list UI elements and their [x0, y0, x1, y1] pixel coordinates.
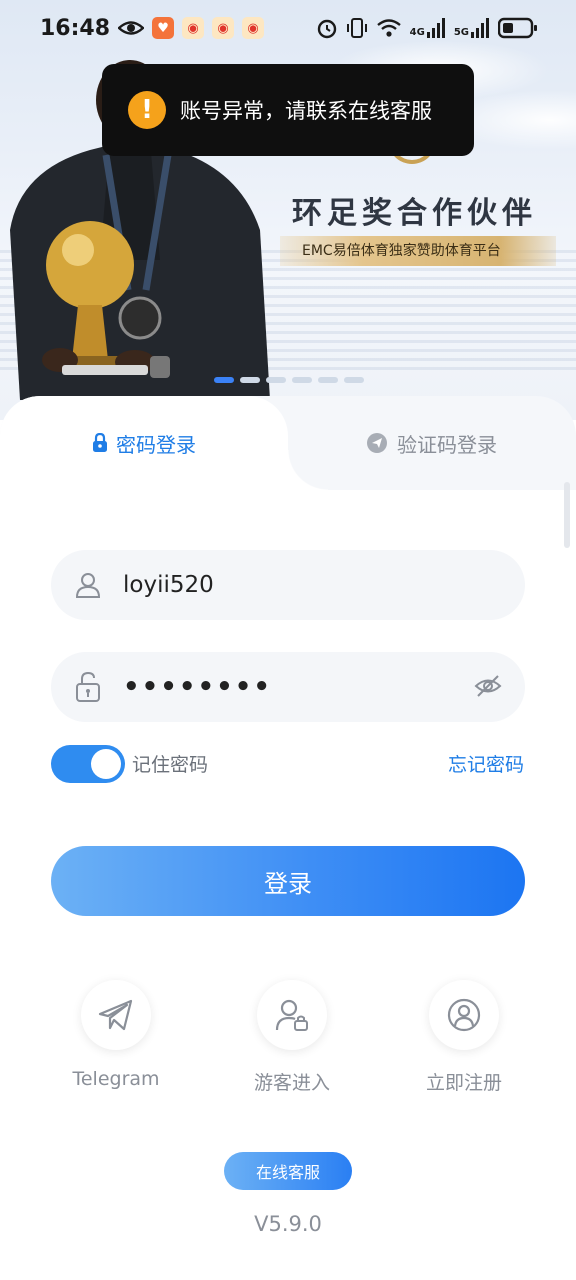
- remember-password-label: 记住密码: [132, 754, 209, 776]
- telegram-icon: [367, 433, 387, 453]
- status-bar: 16:48 ♥ ◉ ◉ ◉ 4G 5G: [0, 0, 576, 56]
- guest-user-icon[interactable]: [257, 980, 327, 1050]
- weibo-icon: ◉: [242, 17, 265, 39]
- signal-icon: 5G: [454, 18, 490, 38]
- warning-icon: !: [128, 91, 166, 129]
- app-version: V5.9.0: [254, 1212, 322, 1236]
- tab-password-label: 密码登录: [116, 432, 196, 457]
- carousel-dot[interactable]: [214, 377, 234, 383]
- guest-option[interactable]: 游客进入: [222, 980, 362, 1095]
- banner-subtitle: EMC易倍体育独家赞助体育平台: [280, 236, 556, 266]
- unlock-icon: [73, 671, 103, 702]
- register-option[interactable]: 立即注册: [394, 980, 534, 1095]
- tab-code-label: 验证码登录: [397, 432, 497, 457]
- signal-icon: 4G: [410, 18, 446, 38]
- eye-icon: [118, 21, 145, 35]
- carousel-dot[interactable]: [240, 377, 260, 383]
- tab-password-login[interactable]: 密码登录: [0, 396, 328, 490]
- weibo-icon: ◉: [212, 17, 235, 39]
- remember-password-toggle[interactable]: [51, 745, 125, 783]
- register-user-icon[interactable]: [429, 980, 499, 1050]
- battery-icon: [498, 17, 537, 39]
- banner-title: 环足奖合作伙伴: [292, 196, 537, 231]
- carousel-dot[interactable]: [344, 377, 364, 383]
- vibrate-icon: [346, 18, 367, 38]
- register-label: 立即注册: [425, 1072, 502, 1094]
- carousel-dot[interactable]: [318, 377, 338, 383]
- network-4g-label: 4G: [409, 27, 425, 38]
- carousel-dot[interactable]: [292, 377, 312, 383]
- user-icon: [73, 570, 103, 600]
- username-input[interactable]: [123, 572, 443, 598]
- toast-message: 账号异常，请联系在线客服: [180, 99, 432, 123]
- app-badge-icon: ♥: [152, 17, 175, 39]
- username-field[interactable]: [51, 550, 525, 620]
- lock-icon: [93, 433, 107, 452]
- login-button[interactable]: 登录: [51, 846, 525, 916]
- telegram-option[interactable]: Telegram: [46, 980, 186, 1090]
- carousel-indicator: [214, 377, 364, 383]
- network-5g-label: 5G: [453, 27, 469, 38]
- telegram-label: Telegram: [72, 1068, 160, 1090]
- guest-label: 游客进入: [253, 1072, 330, 1094]
- wifi-icon: [376, 19, 401, 37]
- password-field[interactable]: [51, 652, 525, 722]
- carousel-dot[interactable]: [266, 377, 286, 383]
- password-input[interactable]: [123, 672, 443, 702]
- tab-code-login[interactable]: 验证码登录: [288, 396, 576, 490]
- promo-banner[interactable]: 环足奖合作伙伴 EMC易倍体育独家赞助体育平台: [0, 0, 576, 420]
- error-toast: ! 账号异常，请联系在线客服: [102, 64, 474, 156]
- forgot-password-link[interactable]: 忘记密码: [448, 750, 524, 777]
- alarm-icon: [317, 19, 336, 39]
- scrollbar[interactable]: [564, 482, 570, 548]
- login-tabs: 密码登录 验证码登录: [0, 396, 576, 490]
- toggle-knob: [91, 749, 121, 779]
- eye-hidden-icon[interactable]: [473, 671, 503, 705]
- clock: 16:48: [40, 15, 111, 41]
- online-support-button[interactable]: 在线客服: [224, 1152, 352, 1190]
- weibo-icon: ◉: [182, 17, 205, 39]
- telegram-icon[interactable]: [81, 980, 151, 1050]
